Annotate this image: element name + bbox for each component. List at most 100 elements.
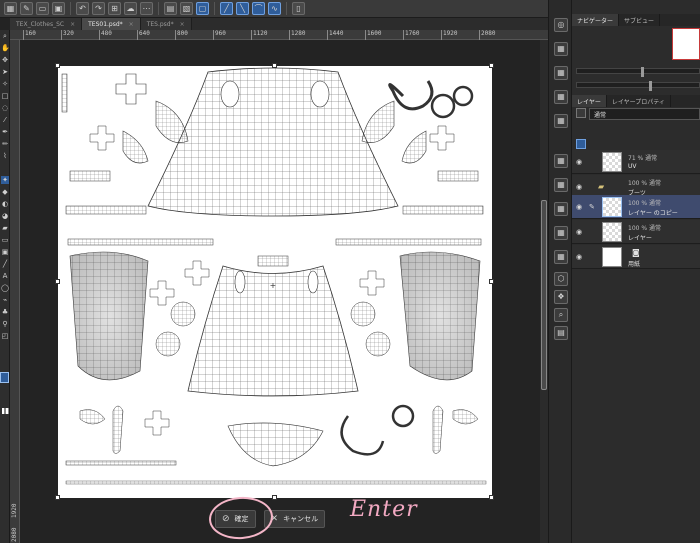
main-color-swatch[interactable]: [0, 372, 9, 383]
visibility-eye-icon[interactable]: ◉: [576, 158, 582, 166]
close-icon[interactable]: ×: [70, 21, 75, 28]
transform-handle[interactable]: [489, 495, 494, 500]
text-tool-icon[interactable]: A: [1, 272, 9, 280]
page-icon[interactable]: ▯: [292, 2, 305, 15]
selection-icon[interactable]: ▧: [180, 2, 193, 15]
correct-line-tool-icon[interactable]: ⌁: [1, 296, 9, 304]
transform-handle[interactable]: [272, 63, 277, 68]
tab-document[interactable]: TES.psd* ×: [140, 18, 192, 30]
tab-layer-properties[interactable]: レイヤープロパティ: [607, 95, 671, 107]
tab-subview[interactable]: サブビュー: [619, 14, 661, 26]
layer-row-selected[interactable]: ◉ ✎ 100 % 通常 レイヤー のコピー: [572, 195, 700, 219]
navigator-preview[interactable]: [672, 28, 700, 60]
tab-navigator[interactable]: ナビゲーター: [572, 14, 620, 26]
gradient-tool-icon[interactable]: ▰: [1, 224, 9, 232]
grid-icon[interactable]: ▦: [4, 2, 17, 15]
layer-thumbnail: [602, 222, 622, 242]
uv-piece: [430, 93, 456, 119]
layers-stack-icon[interactable]: ❖: [554, 290, 568, 304]
folder-icon[interactable]: ▭: [36, 2, 49, 15]
slider-knob[interactable]: [649, 81, 652, 91]
visibility-eye-icon[interactable]: ◉: [576, 253, 582, 261]
transform-icon[interactable]: ⊞: [108, 2, 121, 15]
curve-icon[interactable]: ⌒: [252, 2, 265, 15]
eyedropper-tool-icon[interactable]: ⁄: [1, 116, 9, 124]
brush-tool-icon[interactable]: ⌇: [1, 152, 9, 160]
layer-mask-icon[interactable]: [576, 139, 586, 149]
marquee-tool-icon[interactable]: □: [1, 92, 9, 100]
slider-knob[interactable]: [641, 67, 644, 77]
lasso-tool-icon[interactable]: ◌: [1, 104, 9, 112]
brush-icon[interactable]: ✎: [20, 2, 33, 15]
layer-row-paper[interactable]: ◉ ◙ 用紙: [572, 245, 700, 269]
redo-icon[interactable]: ↷: [92, 2, 105, 15]
cube-icon[interactable]: ⬡: [554, 272, 568, 286]
eraser-tool-icon[interactable]: ◆: [1, 188, 9, 196]
transform-handle[interactable]: [272, 495, 277, 500]
undo-icon[interactable]: ↶: [76, 2, 89, 15]
fill-tool-icon[interactable]: ◕: [1, 212, 9, 220]
figure-tool-icon[interactable]: ▭: [1, 236, 9, 244]
panel-icon[interactable]: ▤: [554, 326, 568, 340]
rotate-slider[interactable]: [576, 81, 700, 91]
transform-handle[interactable]: [55, 63, 60, 68]
cloud-icon[interactable]: ☁: [124, 2, 137, 15]
search-icon[interactable]: ⌕: [554, 308, 568, 322]
object-tool-icon[interactable]: ➤: [1, 68, 9, 76]
pen-tool-icon[interactable]: ✒: [1, 128, 9, 136]
material-icon[interactable]: ▦: [554, 250, 568, 264]
material-icon[interactable]: ▦: [554, 90, 568, 104]
uv-canvas[interactable]: +: [55, 63, 494, 500]
panel-icon-column: ◎ ▦ ▦ ▦ ▦ ▦ ▦ ▦ ▦ ▦ ⬡ ❖ ⌕ ▤: [548, 0, 572, 543]
navigator-icon[interactable]: ◎: [554, 18, 568, 32]
transparent-color-swatch[interactable]: [2, 408, 9, 414]
visibility-eye-icon[interactable]: ◉: [576, 183, 582, 191]
material-icon[interactable]: ▦: [554, 178, 568, 192]
layer-row[interactable]: ◉ 71 % 通常 UV: [572, 150, 700, 174]
ruler-tool-icon[interactable]: ╱: [1, 260, 9, 268]
close-icon[interactable]: ×: [129, 21, 134, 28]
shape-icon[interactable]: ▢: [196, 2, 209, 15]
transform-handle[interactable]: [55, 279, 60, 284]
material-icon[interactable]: ▦: [554, 66, 568, 80]
close-icon[interactable]: ×: [180, 21, 185, 28]
wave-icon[interactable]: ∿: [268, 2, 281, 15]
material-icon[interactable]: ▦: [554, 202, 568, 216]
scrollbar-thumb[interactable]: [541, 200, 547, 390]
layer-color-icon[interactable]: [576, 108, 586, 118]
transform-handle[interactable]: [489, 279, 494, 284]
pencil-tool-icon[interactable]: ✏: [1, 140, 9, 148]
transform-tool-icon[interactable]: ◰: [1, 332, 9, 340]
sub-tool-icon[interactable]: ⚲: [1, 320, 9, 328]
material-icon[interactable]: ▦: [554, 226, 568, 240]
wand-tool-icon[interactable]: ✧: [1, 80, 9, 88]
visibility-eye-icon[interactable]: ◉: [576, 228, 582, 236]
zoom-tool-icon[interactable]: ⌕: [1, 32, 9, 40]
zoom-slider[interactable]: [576, 67, 700, 77]
blend-tool-icon[interactable]: ◐: [1, 200, 9, 208]
canvas-viewport[interactable]: +: [20, 40, 540, 543]
visibility-eye-icon[interactable]: ◉: [576, 203, 582, 211]
stamp-tool-icon[interactable]: ♣: [1, 308, 9, 316]
balloon-tool-icon[interactable]: ◯: [1, 284, 9, 292]
frame-tool-icon[interactable]: ▣: [1, 248, 9, 256]
layer-row[interactable]: ◉ 100 % 通常 レイヤー: [572, 220, 700, 244]
blend-mode-select[interactable]: 通常: [589, 108, 700, 120]
material-icon[interactable]: ▦: [554, 154, 568, 168]
airbrush-tool-icon[interactable]: ✦: [1, 176, 9, 184]
tab-layers[interactable]: レイヤー: [572, 95, 607, 107]
transform-handle[interactable]: [489, 63, 494, 68]
pen-icon[interactable]: ╱: [220, 2, 233, 15]
tab-document[interactable]: TES01.psd* ×: [82, 18, 141, 30]
move-tool-icon[interactable]: ✥: [1, 56, 9, 64]
line-icon[interactable]: ╲: [236, 2, 249, 15]
material-icon[interactable]: ▦: [554, 42, 568, 56]
canvas-scrollbar[interactable]: [540, 40, 548, 543]
ruler-icon[interactable]: ▤: [164, 2, 177, 15]
hand-tool-icon[interactable]: ✋: [1, 44, 10, 52]
save-icon[interactable]: ▣: [52, 2, 65, 15]
material-icon[interactable]: ▦: [554, 114, 568, 128]
transform-handle[interactable]: [55, 495, 60, 500]
tab-document[interactable]: TEX_Clothes_SC ×: [10, 18, 83, 30]
snap-icon[interactable]: ⋯: [140, 2, 153, 15]
